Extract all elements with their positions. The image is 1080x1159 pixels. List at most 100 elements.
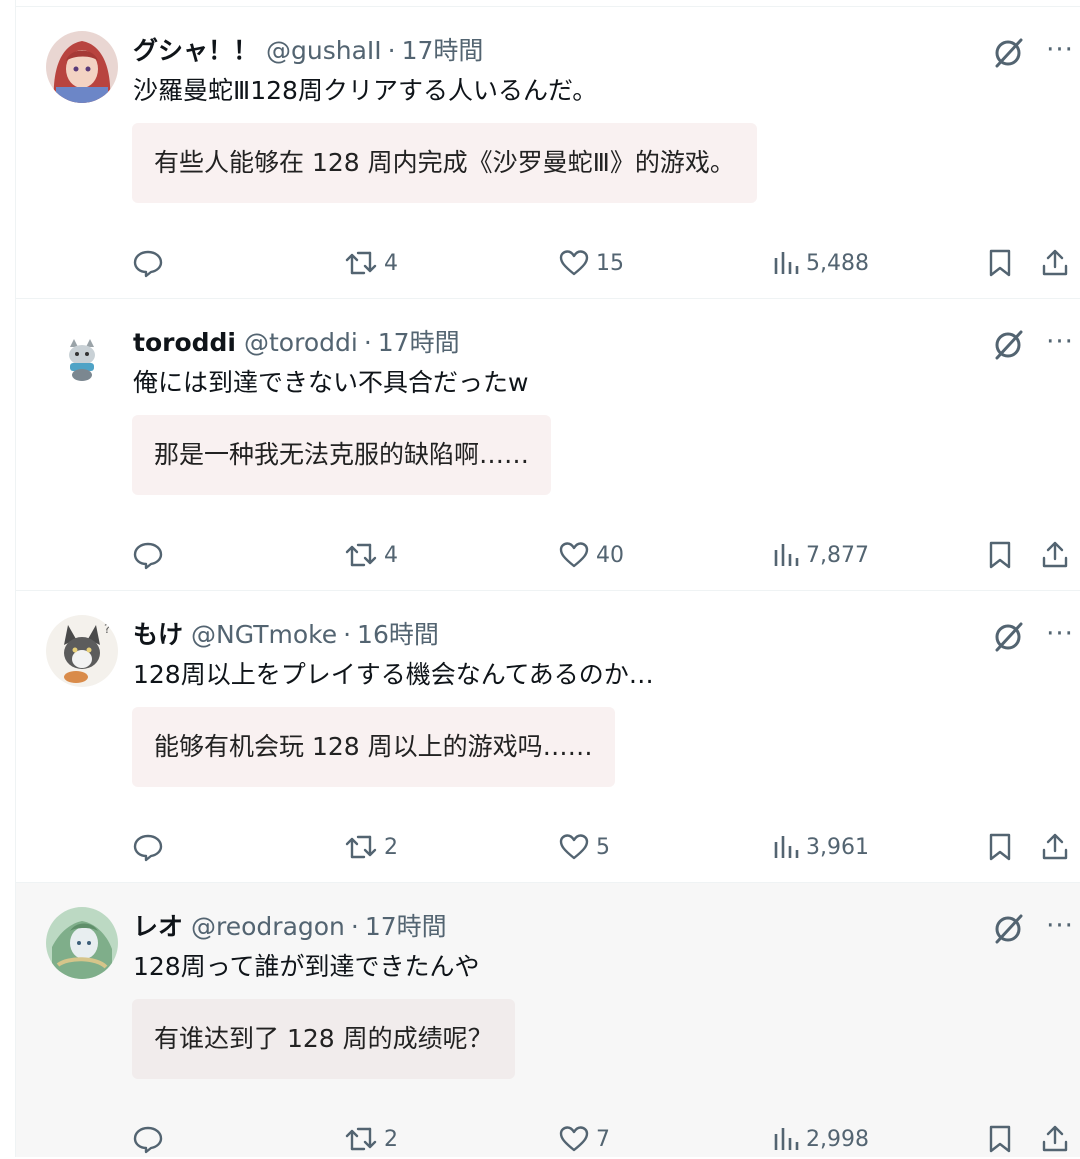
timestamp[interactable]: 16時間 <box>357 617 439 653</box>
reply-icon <box>132 539 164 571</box>
tweet-text: 128周以上をプレイする機会なんてあるのか… <box>133 660 654 689</box>
retweet-count: 2 <box>384 1126 398 1152</box>
bookmark-icon <box>986 247 1014 279</box>
like-icon <box>558 539 590 571</box>
views-button[interactable]: 7,877 <box>772 535 869 575</box>
reply-button[interactable] <box>132 1119 170 1159</box>
tweet-header: toroddi @toroddi · 17時間 <box>133 325 460 361</box>
bookmark-button[interactable] <box>986 827 1014 867</box>
share-icon <box>1040 539 1070 571</box>
timestamp[interactable]: 17時間 <box>378 325 460 361</box>
svg-text:?: ? <box>104 622 110 636</box>
bookmark-button[interactable] <box>986 535 1014 575</box>
reply-button[interactable] <box>132 243 170 283</box>
like-button[interactable]: 5 <box>558 827 610 867</box>
like-icon <box>558 247 590 279</box>
display-name[interactable]: toroddi <box>133 325 236 361</box>
retweet-icon <box>344 247 378 279</box>
action-bar: 2 5 3,961 <box>132 827 1080 867</box>
retweet-icon <box>344 831 378 863</box>
avatar[interactable] <box>46 31 118 103</box>
avatar[interactable] <box>46 907 118 979</box>
grok-icon[interactable] <box>990 619 1026 655</box>
share-button[interactable] <box>1040 1119 1070 1159</box>
views-icon <box>772 1123 800 1155</box>
like-count: 7 <box>596 1126 610 1152</box>
display-name[interactable]: レオ <box>133 909 183 945</box>
translation-box: 那是一种我无法克服的缺陷啊…… <box>132 415 552 495</box>
tweet[interactable]: toroddi @toroddi · 17時間 俺には到達できない不具合だったw… <box>16 298 1080 590</box>
retweet-count: 4 <box>384 542 398 568</box>
retweet-icon <box>344 1123 378 1155</box>
views-icon <box>772 539 800 571</box>
bookmark-button[interactable] <box>986 243 1014 283</box>
share-icon <box>1040 247 1070 279</box>
views-icon <box>772 247 800 279</box>
reply-button[interactable] <box>132 827 170 867</box>
timestamp[interactable]: 17時間 <box>365 909 447 945</box>
like-button[interactable]: 7 <box>558 1119 610 1159</box>
views-button[interactable]: 2,998 <box>772 1119 869 1159</box>
views-button[interactable]: 5,488 <box>772 243 869 283</box>
like-count: 5 <box>596 834 610 860</box>
share-button[interactable] <box>1040 827 1070 867</box>
views-button[interactable]: 3,961 <box>772 827 869 867</box>
tweet[interactable]: レオ @reodragon · 17時間 128周って誰が到達できたんや 有谁达… <box>16 882 1080 1157</box>
like-icon <box>558 831 590 863</box>
reply-button[interactable] <box>132 535 170 575</box>
separator-dot: · <box>350 912 359 941</box>
bookmark-icon <box>986 831 1014 863</box>
user-handle[interactable]: @NGTmoke <box>191 617 337 653</box>
grok-icon[interactable] <box>990 327 1026 363</box>
action-bar: 4 40 7,877 <box>132 535 1080 575</box>
translation-box: 有些人能够在 128 周内完成《沙罗曼蛇Ⅲ》的游戏。 <box>132 123 757 203</box>
like-button[interactable]: 15 <box>558 243 624 283</box>
views-count: 3,961 <box>806 834 869 860</box>
tweet[interactable]: ? もけ @NGTmoke · 16時間 128周以上をプレイする機会なんてある… <box>16 590 1080 882</box>
user-handle[interactable]: @reodragon <box>191 909 345 945</box>
action-bar: 4 15 5,488 <box>132 243 1080 283</box>
reply-icon <box>132 831 164 863</box>
translation-box: 能够有机会玩 128 周以上的游戏吗…… <box>132 707 615 787</box>
grok-icon[interactable] <box>990 35 1026 71</box>
share-button[interactable] <box>1040 535 1070 575</box>
timestamp[interactable]: 17時間 <box>402 33 484 69</box>
views-count: 5,488 <box>806 250 869 276</box>
like-count: 15 <box>596 250 624 276</box>
like-button[interactable]: 40 <box>558 535 624 575</box>
views-count: 2,998 <box>806 1126 869 1152</box>
bookmark-icon <box>986 539 1014 571</box>
action-bar: 2 7 2,998 <box>132 1119 1080 1159</box>
like-count: 40 <box>596 542 624 568</box>
user-handle[interactable]: @gushaII <box>266 33 382 69</box>
grok-icon[interactable] <box>990 911 1026 947</box>
bookmark-icon <box>986 1123 1014 1155</box>
like-icon <box>558 1123 590 1155</box>
retweet-count: 4 <box>384 250 398 276</box>
retweet-button[interactable]: 4 <box>344 243 398 283</box>
display-name[interactable]: グシャ！！ <box>133 33 258 69</box>
retweet-button[interactable]: 2 <box>344 827 398 867</box>
share-button[interactable] <box>1040 243 1070 283</box>
timeline-feed: グシャ！！ @gushaII · 17時間 沙羅曼蛇Ⅲ128周クリアする人いるん… <box>15 0 1080 1157</box>
reply-icon <box>132 1123 164 1155</box>
retweet-button[interactable]: 2 <box>344 1119 398 1159</box>
avatar[interactable]: ? <box>46 615 118 687</box>
user-handle[interactable]: @toroddi <box>244 325 358 361</box>
retweet-button[interactable]: 4 <box>344 535 398 575</box>
bookmark-button[interactable] <box>986 1119 1014 1159</box>
more-icon[interactable]: ··· <box>1042 327 1078 363</box>
tweet-text: 俺には到達できない不具合だったw <box>133 368 529 397</box>
tweet[interactable]: グシャ！！ @gushaII · 17時間 沙羅曼蛇Ⅲ128周クリアする人いるん… <box>16 6 1080 298</box>
more-icon[interactable]: ··· <box>1042 619 1078 655</box>
display-name[interactable]: もけ <box>133 617 183 653</box>
avatar[interactable] <box>46 323 118 395</box>
more-icon[interactable]: ··· <box>1042 35 1078 71</box>
retweet-icon <box>344 539 378 571</box>
translation-box: 有谁达到了 128 周的成绩呢？ <box>132 999 515 1079</box>
share-icon <box>1040 1123 1070 1155</box>
views-count: 7,877 <box>806 542 869 568</box>
more-icon[interactable]: ··· <box>1042 911 1078 947</box>
tweet-text: 128周って誰が到達できたんや <box>133 952 480 981</box>
tweet-header: グシャ！！ @gushaII · 17時間 <box>133 33 483 69</box>
